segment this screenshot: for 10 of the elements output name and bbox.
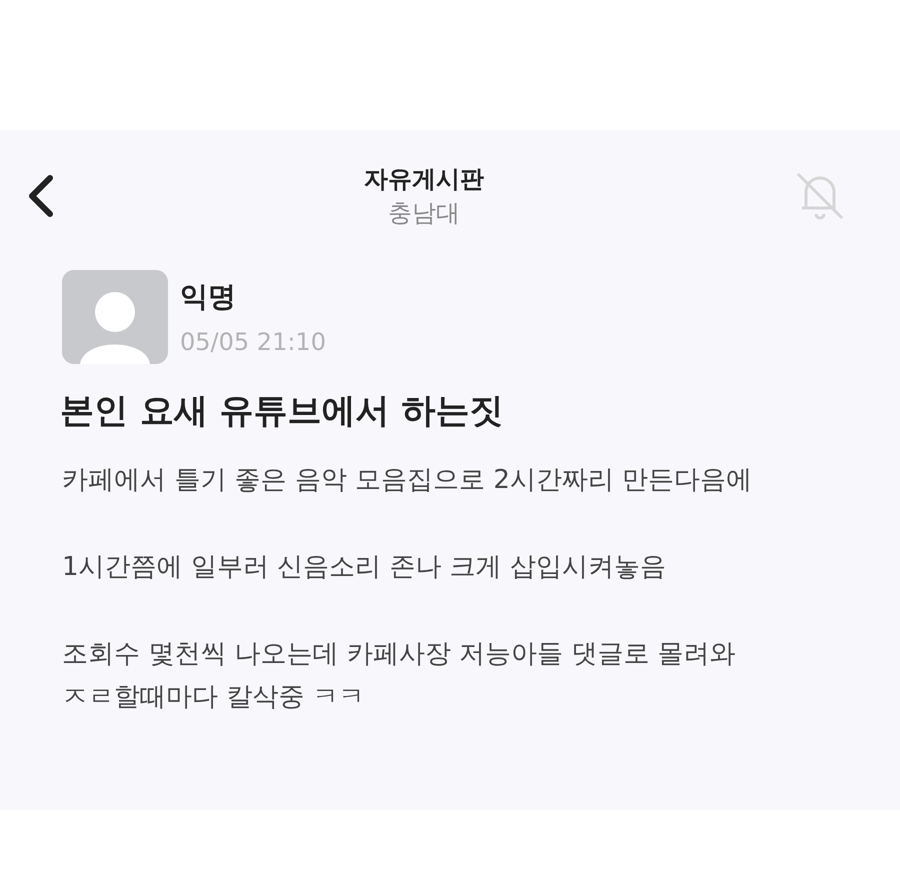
post-text-line: 조회수 몇천씩 나오는데 카페사장 저능아들 댓글로 몰려와 — [62, 638, 737, 671]
board-title: 자유게시판 — [364, 164, 484, 195]
post-time: 05/05 21:10 — [180, 328, 326, 356]
author-name: 익명 — [180, 279, 237, 315]
post-title: 본인 요새 유튜브에서 하는짓 — [59, 390, 505, 433]
post-text-line: ㅈㄹ할때마다 칼삭중 ㅋㅋ — [62, 681, 366, 714]
school-name: 충남대 — [388, 198, 460, 229]
post-text-line: 1시간쯤에 일부러 신음소리 존나 크게 삽입시켜놓음 — [62, 551, 667, 584]
avatar-icon — [62, 270, 168, 364]
post-text-line: 카페에서 틀기 좋은 음악 모음집으로 2시간짜리 만든다음에 — [62, 464, 754, 497]
